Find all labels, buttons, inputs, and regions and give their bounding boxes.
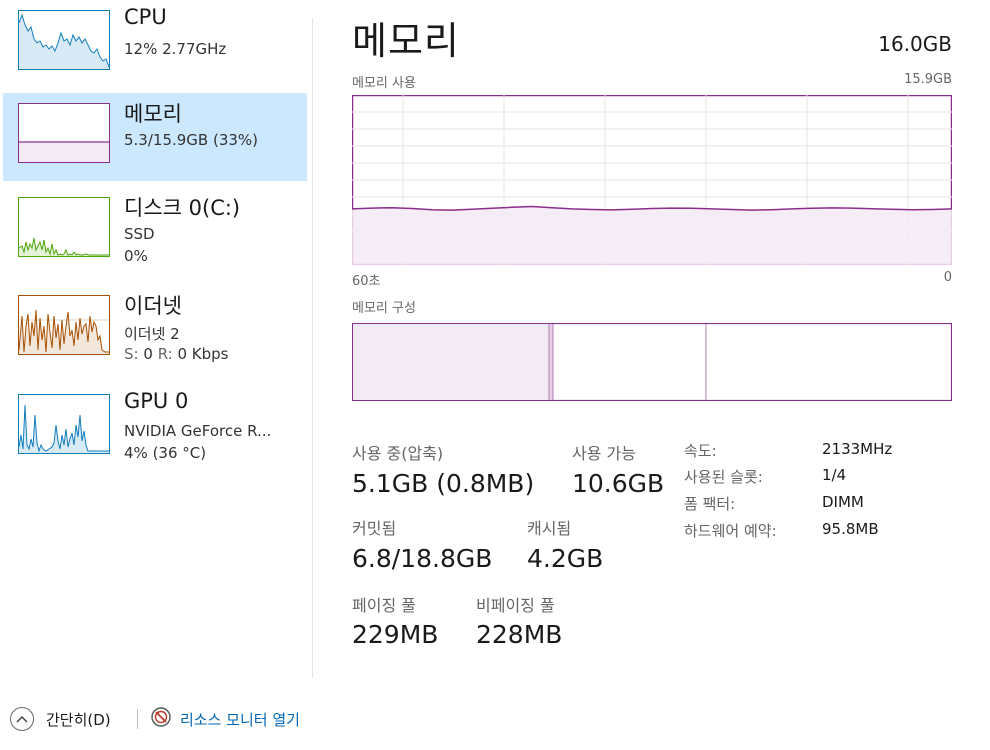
ethernet-thumbnail-graph [18, 295, 110, 355]
sidebar-item-detail: 0% [124, 247, 148, 265]
sidebar-item-detail: S: 0 R: 0 Kbps [124, 345, 229, 363]
sidebar-item-ethernet[interactable]: 이더넷 이더넷 2 S: 0 R: 0 Kbps [3, 285, 307, 373]
receive-label: R: [157, 345, 173, 363]
available-label: 사용 가능 [572, 444, 636, 463]
memory-detail-panel: 메모리 16.0GB 메모리 사용 15.9GB 60초 0 메모리 구성 사용… [352, 0, 952, 680]
sidebar-item-memory[interactable]: 메모리 5.3/15.9GB (33%) [3, 93, 307, 181]
composition-modified [549, 324, 553, 400]
hardware-reserved-value: 95.8MB [822, 520, 879, 538]
slots-used-value: 1/4 [822, 466, 847, 484]
sidebar-item-disk[interactable]: 디스크 0(C:) SSD 0% [3, 187, 307, 275]
time-axis-end: 0 [943, 270, 952, 285]
in-use-value: 5.1GB (0.8MB) [352, 469, 535, 498]
chevron-up-icon [10, 707, 34, 731]
sidebar-item-title: 디스크 0(C:) [124, 196, 241, 220]
memory-sparkline [19, 141, 109, 162]
sidebar-item-detail: 4% (36 °C) [124, 444, 207, 462]
cpu-sparkline [19, 13, 109, 69]
sidebar-item-subtitle: SSD [124, 225, 155, 243]
disk-thumbnail-graph [18, 197, 110, 257]
footer-bar: 간단히(D) 리소스 모니터 열기 [0, 690, 990, 750]
memory-composition-svg [352, 323, 952, 401]
in-use-label: 사용 중(압축) [352, 444, 444, 463]
receive-value: 0 Kbps [177, 345, 229, 363]
ethernet-sparkline [19, 309, 109, 354]
nonpaged-pool-label: 비페이징 풀 [476, 596, 555, 615]
sidebar-item-cpu[interactable]: CPU 12% 2.77GHz [3, 0, 307, 88]
sidebar-item-title: GPU 0 [124, 389, 189, 413]
performance-sidebar: CPU 12% 2.77GHz 메모리 5.3/15.9GB (33%) 디스크… [0, 0, 310, 680]
memory-usage-svg [352, 95, 952, 265]
cached-value: 4.2GB [527, 544, 604, 573]
memory-total: 16.0GB [878, 32, 952, 56]
open-resource-monitor-link[interactable]: 리소스 모니터 열기 [150, 706, 300, 732]
nonpaged-pool-value: 228MB [476, 620, 563, 649]
send-label: S: [124, 345, 139, 363]
sidebar-item-subtitle: 5.3/15.9GB (33%) [124, 131, 259, 149]
fewer-details-button[interactable]: 간단히(D) [10, 706, 111, 732]
sidebar-item-subtitle: NVIDIA GeForce R... [124, 422, 272, 440]
composition-in-use [353, 324, 549, 400]
page-title: 메모리 [352, 19, 460, 63]
footer-divider [137, 709, 138, 729]
paged-pool-label: 페이징 풀 [352, 596, 416, 615]
slots-used-label: 사용된 슬롯: [684, 468, 763, 486]
sidebar-item-title: 메모리 [124, 102, 182, 126]
gpu-sparkline [19, 404, 109, 453]
resource-monitor-icon [150, 706, 172, 732]
memory-composition-bar [352, 323, 952, 401]
usage-graph-caption: 메모리 사용 [352, 76, 416, 91]
usage-area [352, 206, 952, 265]
resource-monitor-label: 리소스 모니터 열기 [180, 710, 300, 729]
form-factor-value: DIMM [822, 493, 864, 511]
cached-label: 캐시됨 [527, 519, 572, 538]
send-value: 0 [143, 345, 153, 363]
cpu-thumbnail-graph [18, 10, 110, 70]
committed-value: 6.8/18.8GB [352, 544, 493, 573]
paged-pool-value: 229MB [352, 620, 439, 649]
memory-usage-graph [352, 95, 952, 265]
sidebar-item-subtitle: 12% 2.77GHz [124, 40, 227, 58]
speed-value: 2133MHz [822, 440, 893, 458]
sidebar-item-subtitle: 이더넷 2 [124, 325, 180, 343]
usage-graph-max: 15.9GB [904, 72, 952, 87]
disk-sparkline [19, 237, 109, 256]
sidebar-item-gpu[interactable]: GPU 0 NVIDIA GeForce R... 4% (36 °C) [3, 384, 307, 472]
composition-caption: 메모리 구성 [352, 301, 416, 316]
sidebar-item-title: CPU [124, 5, 167, 29]
speed-label: 속도: [684, 442, 717, 460]
committed-label: 커밋됨 [352, 519, 397, 538]
time-axis-start: 60초 [352, 274, 381, 289]
sidebar-item-title: 이더넷 [124, 294, 182, 318]
fewer-details-label: 간단히(D) [46, 710, 111, 729]
gpu-thumbnail-graph [18, 394, 110, 454]
form-factor-label: 폼 팩터: [684, 495, 736, 513]
memory-thumbnail-graph [18, 103, 110, 163]
available-value: 10.6GB [572, 469, 665, 498]
hardware-reserved-label: 하드웨어 예약: [684, 522, 777, 540]
panel-divider [312, 18, 313, 678]
